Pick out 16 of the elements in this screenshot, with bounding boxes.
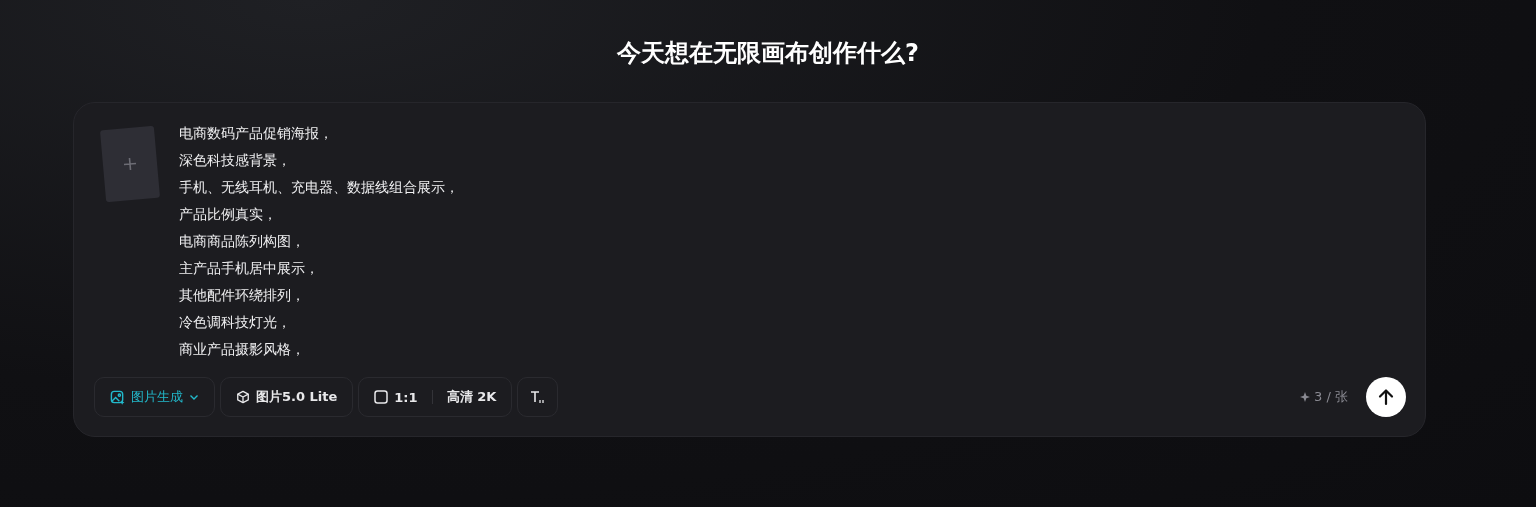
chevron-down-icon <box>189 392 199 402</box>
model-button[interactable]: 图片5.0 Lite <box>220 377 354 417</box>
text-icon <box>530 390 546 404</box>
credit-cost: 3 / 张 <box>1300 388 1348 406</box>
send-button[interactable] <box>1366 377 1406 417</box>
mode-dropdown[interactable]: 图片生成 <box>94 377 215 417</box>
size-button[interactable]: 1:1 高清 2K <box>358 377 513 417</box>
plus-icon <box>122 156 138 172</box>
cube-icon <box>236 390 250 404</box>
sparkle-icon <box>1300 392 1311 402</box>
image-icon <box>110 389 125 405</box>
text-style-button[interactable] <box>517 377 559 417</box>
page-heading: 今天想在无限画布创作什么? <box>616 38 920 69</box>
square-icon <box>374 390 389 404</box>
arrow-up-icon <box>1378 388 1394 406</box>
prompt-field[interactable]: 电商数码产品促销海报， 深色科技感背景， 手机、无线耳机、充电器、数据线组合展示， 产品比例真实， 电商商品陈列构图， 主产品手机居中展示， 其他配件环绕排列， 冷色调科技灯光， 商业产品摄影风格， <box>179 120 459 377</box>
